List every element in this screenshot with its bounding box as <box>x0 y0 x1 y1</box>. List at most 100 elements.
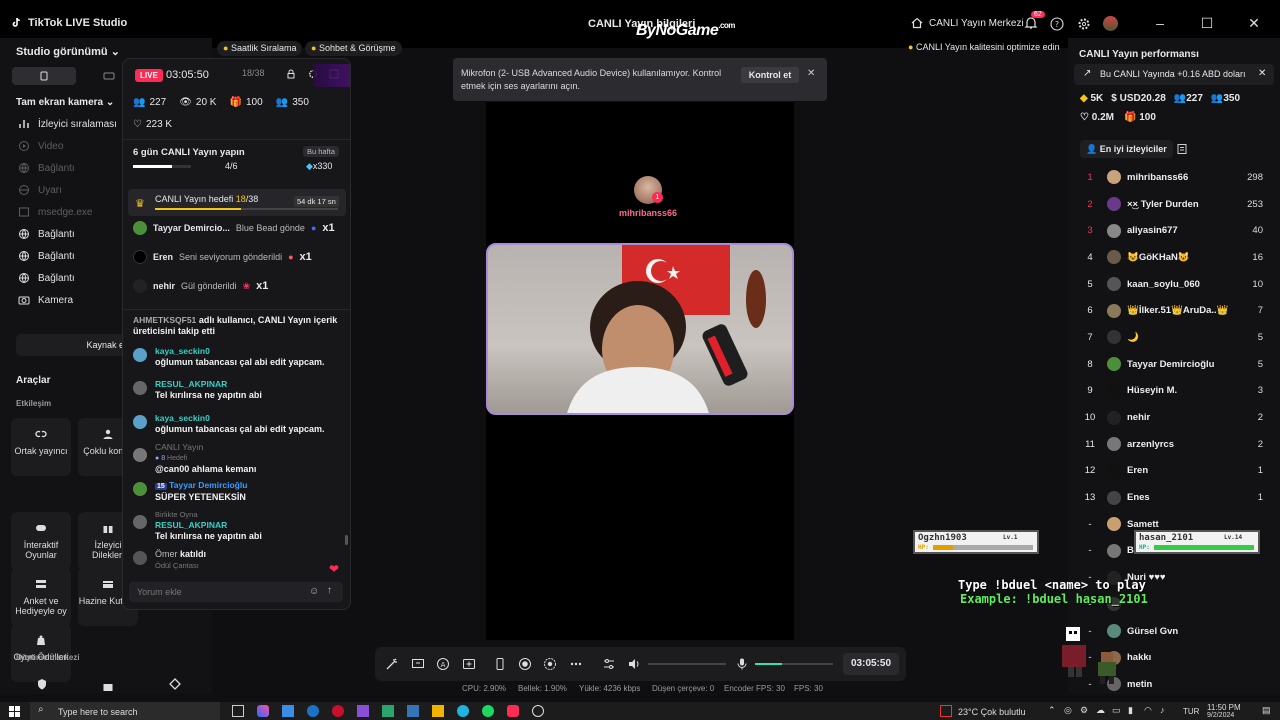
spotify-icon[interactable] <box>482 705 494 717</box>
speaker-icon[interactable] <box>627 657 641 671</box>
app-icon[interactable] <box>357 705 369 717</box>
comment-input[interactable]: Yorum ekle ☺ ↑ <box>129 582 343 602</box>
browser-icon[interactable] <box>457 705 469 717</box>
emoji-icon[interactable]: ☺ <box>309 586 319 597</box>
mixer-icon[interactable] <box>602 657 616 671</box>
avatar <box>1107 624 1121 639</box>
screen-capture-icon[interactable] <box>411 657 425 671</box>
gift-text: Seni seviyorum gönderildi <box>179 252 283 262</box>
rank-row[interactable]: 9 Hüseyin M. 3 <box>1073 378 1273 405</box>
lock-icon[interactable] <box>286 69 296 79</box>
rank-row[interactable]: 5 kaan_soylu_060 10 <box>1073 271 1273 298</box>
taskbar-search[interactable]: ⌕ Type here to search <box>30 702 220 720</box>
notification-count: 62 <box>1031 11 1045 18</box>
phone-icon[interactable] <box>493 657 507 671</box>
likes-value: 0.2M <box>1091 112 1114 123</box>
tray-app-icon[interactable] <box>940 705 952 717</box>
rank-row[interactable]: - Gürsel Gvn <box>1073 618 1273 645</box>
close-icon[interactable]: ✕ <box>807 68 815 79</box>
settings-tray-icon[interactable]: ⚙ <box>1080 705 1088 716</box>
portrait-toggle[interactable] <box>12 67 76 85</box>
check-button[interactable]: Kontrol et <box>741 67 799 83</box>
gift-user: nehir <box>153 281 176 291</box>
rank-row[interactable]: 13 Enes 1 <box>1073 484 1273 511</box>
more-icon[interactable] <box>569 657 583 671</box>
scene-dropdown[interactable]: Tam ekran kamera ⌄ <box>16 97 114 108</box>
send-icon[interactable]: ↑ <box>327 585 332 596</box>
gift-text: Gül gönderildi <box>181 281 237 291</box>
landscape-icon[interactable] <box>103 71 115 81</box>
earnings-banner[interactable]: ↗ Bu CANLI Yayında +0.16 ABD doları ✕ <box>1074 64 1274 85</box>
tab-top-viewers[interactable]: 👤 En iyi izleyiciler <box>1080 140 1173 158</box>
svg-text:A: A <box>441 661 446 669</box>
close-window-icon[interactable]: ✕ <box>1247 16 1261 30</box>
display-icon[interactable]: ▭ <box>1112 705 1121 716</box>
rank-row[interactable]: 12 Eren 1 <box>1073 458 1273 485</box>
close-banner-icon[interactable]: ✕ <box>1258 68 1266 79</box>
rank-row[interactable]: 11 arzenlyrcs 2 <box>1073 431 1273 458</box>
optimize-tip[interactable]: ● CANLI Yayın kalitesini optimize edin <box>908 42 1060 52</box>
wifi-icon[interactable]: ◠ <box>1144 705 1152 716</box>
microphone-icon[interactable] <box>735 657 749 671</box>
live-goal-bar[interactable]: ♛ CANLI Yayın hedefi 18/38 54 dk 17 sn <box>128 189 346 216</box>
capture-icon[interactable] <box>543 657 557 671</box>
rank-row[interactable]: 7 🌙 5 <box>1073 324 1273 351</box>
record-icon[interactable] <box>518 657 532 671</box>
rank-row[interactable]: 1 mihribanss66 298 <box>1073 164 1273 191</box>
effects-icon[interactable]: A <box>436 657 450 671</box>
task-view-icon[interactable] <box>232 705 244 717</box>
notification-center-icon[interactable]: ▤ <box>1262 705 1271 716</box>
copilot-icon[interactable] <box>257 705 269 717</box>
rank-row[interactable]: 3 aliyasin677 40 <box>1073 217 1273 244</box>
rank-row[interactable]: 6 👑İlker.51👑AruDa..👑 7 <box>1073 297 1273 324</box>
obs-icon[interactable] <box>532 705 544 717</box>
studio-view-dropdown[interactable]: Studio görünümü ⌄ <box>16 45 120 58</box>
chat-scrollbar[interactable] <box>345 535 348 545</box>
battery-icon[interactable]: ▮ <box>1128 705 1133 716</box>
volume-tray-icon[interactable]: ♪ <box>1160 705 1165 715</box>
rank-name: arzenlyrcs <box>1127 438 1175 450</box>
list-icon[interactable] <box>1176 143 1188 155</box>
tool-poll[interactable]: Anket ve Hediyeyle oy <box>11 568 71 626</box>
gift-user: Tayyar Demircio... <box>153 223 230 233</box>
settings-gear-icon[interactable] <box>1077 17 1091 31</box>
rank-row[interactable]: 10 nehir 2 <box>1073 404 1273 431</box>
minimize-icon[interactable]: – <box>1153 16 1167 30</box>
speaker-volume-slider[interactable] <box>648 663 726 665</box>
tool-cohost[interactable]: Ortak yayıncı <box>11 418 71 476</box>
file-explorer-icon[interactable] <box>432 705 444 717</box>
rank-row[interactable]: 8 Tayyar Demircioğlu 5 <box>1073 351 1273 378</box>
player1-hp-track <box>933 545 1033 550</box>
notifications-button[interactable]: 62 <box>1024 11 1045 30</box>
tiktok-taskbar-icon[interactable] <box>507 705 519 717</box>
windows-start-icon[interactable] <box>9 706 20 717</box>
weather-text[interactable]: 23°C Çok bulutlu <box>958 707 1026 717</box>
app-icon[interactable] <box>407 705 419 717</box>
help-icon[interactable]: ? <box>1050 17 1064 31</box>
clock-date[interactable]: 9/2/2024 <box>1207 712 1234 719</box>
camera-feed[interactable] <box>486 243 794 415</box>
language-indicator[interactable]: TUR <box>1183 707 1199 716</box>
hourly-rank-pill[interactable]: ● Saatlik Sıralama <box>217 41 303 56</box>
tray-arrow-icon[interactable]: ⌃ <box>1048 705 1056 716</box>
clock-time[interactable]: 11:50 PM <box>1207 703 1241 712</box>
magic-wand-icon[interactable] <box>385 657 399 671</box>
promo-banner[interactable] <box>313 64 350 87</box>
chat-pill[interactable]: ● Sohbet & Görüşme <box>305 41 402 56</box>
avatar[interactable] <box>1103 16 1118 31</box>
tool-games[interactable]: İnteraktif Oyunlar <box>11 512 71 570</box>
rank-row[interactable]: 2 ×͜× Tyler Durden 253 <box>1073 191 1273 218</box>
edge-icon[interactable] <box>307 705 319 717</box>
network-icon[interactable]: ◎ <box>1064 705 1072 716</box>
add-media-icon[interactable] <box>462 657 476 671</box>
cloud-icon[interactable]: ☁ <box>1096 705 1105 716</box>
store-icon[interactable] <box>282 705 294 717</box>
mic-volume-slider[interactable] <box>755 663 833 665</box>
opera-icon[interactable] <box>332 705 344 717</box>
maximize-icon[interactable]: ☐ <box>1200 16 1214 30</box>
heart-icon: ♡ <box>1080 112 1089 123</box>
rank-row[interactable]: 4 😺GöKHaN😺 16 <box>1073 244 1273 271</box>
avatar <box>133 279 147 293</box>
app-icon[interactable] <box>382 705 394 717</box>
help-center-button[interactable]: CANLI Yayın Merkezi <box>911 17 1024 29</box>
